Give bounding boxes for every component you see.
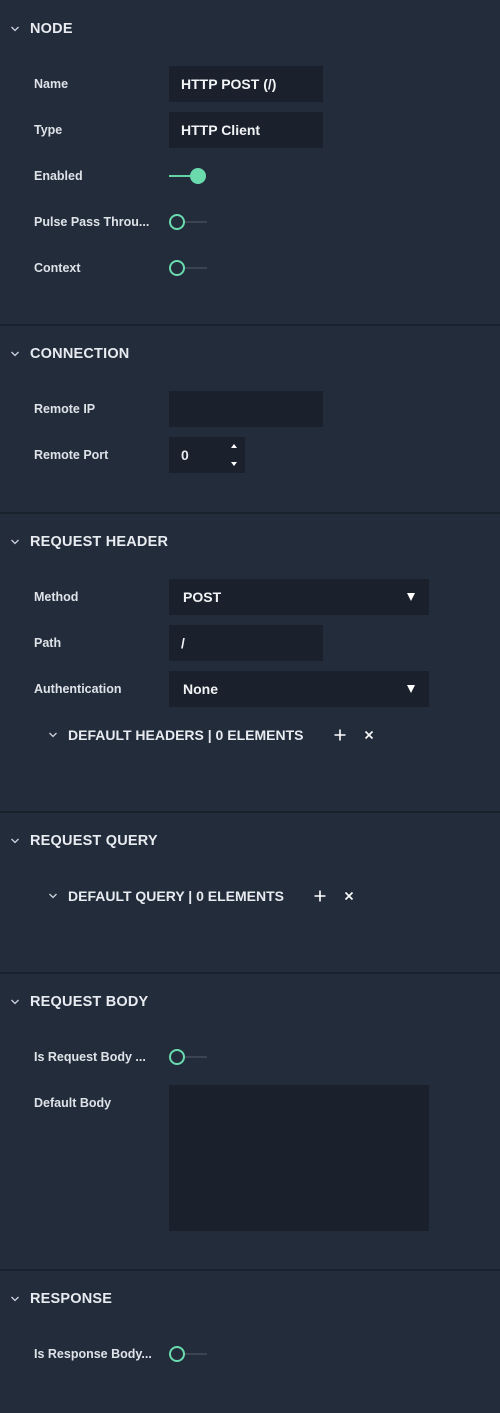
request-query-section: REQUEST QUERY DEFAULT QUERY | 0 ELEMENTS	[0, 813, 500, 974]
is-request-body-row: Is Request Body ...	[0, 1039, 500, 1075]
default-body-label: Default Body	[34, 1096, 112, 1110]
request-body-section-title: REQUEST BODY	[30, 994, 149, 1010]
toggle-track	[183, 221, 207, 223]
authentication-label: Authentication	[34, 682, 122, 696]
name-label: Name	[34, 77, 69, 91]
increment-button[interactable]	[225, 437, 245, 455]
dropdown-arrow-icon	[407, 593, 415, 601]
request-header-section-header[interactable]: REQUEST HEADER	[10, 532, 168, 552]
is-response-body-label: Is Response Body...	[34, 1347, 152, 1361]
plus-icon[interactable]	[312, 888, 328, 904]
name-row: Name HTTP POST (/)	[0, 66, 500, 102]
remote-ip-label: Remote IP	[34, 402, 96, 416]
chevron-down-icon	[10, 836, 20, 846]
is-response-body-row: Is Response Body...	[0, 1336, 500, 1372]
authentication-select[interactable]: None	[169, 671, 429, 707]
toggle-track	[183, 267, 207, 269]
authentication-selected-value: None	[183, 681, 218, 697]
response-section-header[interactable]: RESPONSE	[10, 1289, 112, 1309]
method-label: Method	[34, 590, 79, 604]
chevron-down-icon	[10, 997, 20, 1007]
toggle-knob	[169, 260, 185, 276]
method-selected-value: POST	[183, 589, 222, 605]
enabled-row: Enabled	[0, 158, 500, 194]
toggle-knob	[169, 214, 185, 230]
connection-section-header[interactable]: CONNECTION	[10, 344, 129, 364]
node-section: NODE Name HTTP POST (/) Type HTTP Client…	[0, 0, 500, 326]
toggle-track	[183, 1056, 207, 1058]
default-body-textarea[interactable]	[169, 1085, 429, 1231]
remote-port-row: Remote Port 0	[0, 437, 500, 473]
connection-section: CONNECTION Remote IP Remote Port 0	[0, 326, 500, 514]
request-body-section-header[interactable]: REQUEST BODY	[10, 992, 148, 1012]
response-section-title: RESPONSE	[30, 1291, 113, 1307]
type-label: Type	[34, 123, 63, 137]
pulse-pass-through-row: Pulse Pass Throu...	[0, 204, 500, 240]
toggle-knob	[190, 168, 206, 184]
is-request-body-toggle[interactable]	[169, 1047, 209, 1067]
request-body-section: REQUEST BODY Is Request Body ... Default…	[0, 974, 500, 1271]
path-label: Path	[34, 636, 62, 650]
pulse-pass-through-toggle[interactable]	[169, 212, 209, 232]
request-query-section-title: REQUEST QUERY	[30, 833, 158, 849]
path-row: Path /	[0, 625, 500, 661]
default-query-title: DEFAULT QUERY | 0 ELEMENTS	[68, 888, 285, 904]
close-icon[interactable]	[361, 727, 377, 743]
type-row: Type HTTP Client	[0, 112, 500, 148]
chevron-down-icon	[10, 24, 20, 34]
is-request-body-label: Is Request Body ...	[34, 1050, 146, 1064]
default-headers-header[interactable]: DEFAULT HEADERS | 0 ELEMENTS	[48, 725, 303, 745]
name-field[interactable]: HTTP POST (/)	[169, 66, 323, 102]
request-query-section-header[interactable]: REQUEST QUERY	[10, 831, 158, 851]
dropdown-arrow-icon	[407, 685, 415, 693]
close-icon[interactable]	[341, 888, 357, 904]
connection-section-title: CONNECTION	[30, 346, 130, 362]
toggle-knob	[169, 1049, 185, 1065]
type-field: HTTP Client	[169, 112, 323, 148]
path-input[interactable]: /	[169, 625, 323, 661]
chevron-down-icon	[10, 537, 20, 547]
request-header-section: REQUEST HEADER Method POST Path / Authen…	[0, 514, 500, 813]
is-response-body-toggle[interactable]	[169, 1344, 209, 1364]
plus-icon[interactable]	[332, 727, 348, 743]
remote-port-label: Remote Port	[34, 448, 109, 462]
node-section-title: NODE	[30, 21, 73, 37]
method-select[interactable]: POST	[169, 579, 429, 615]
chevron-down-icon	[10, 349, 20, 359]
remote-ip-input[interactable]	[169, 391, 323, 427]
chevron-down-icon	[10, 1294, 20, 1304]
authentication-row: Authentication None	[0, 671, 500, 707]
remote-port-stepper[interactable]: 0	[169, 437, 245, 473]
toggle-knob	[169, 1346, 185, 1362]
default-query-header[interactable]: DEFAULT QUERY | 0 ELEMENTS	[48, 886, 284, 906]
decrement-button[interactable]	[225, 455, 245, 473]
remote-ip-row: Remote IP	[0, 391, 500, 427]
stepper-buttons	[225, 437, 245, 473]
toggle-track	[183, 1353, 207, 1355]
pulse-pass-through-label: Pulse Pass Throu...	[34, 215, 150, 229]
context-row: Context	[0, 250, 500, 286]
enabled-label: Enabled	[34, 169, 83, 183]
default-headers-title: DEFAULT HEADERS | 0 ELEMENTS	[68, 727, 304, 743]
request-header-section-title: REQUEST HEADER	[30, 534, 169, 550]
chevron-down-icon	[48, 891, 58, 901]
remote-port-value[interactable]: 0	[181, 437, 189, 473]
context-label: Context	[34, 261, 81, 275]
response-section: RESPONSE Is Response Body...	[0, 1271, 500, 1413]
method-row: Method POST	[0, 579, 500, 615]
chevron-down-icon	[48, 730, 58, 740]
node-section-header[interactable]: NODE	[10, 19, 73, 39]
context-toggle[interactable]	[169, 258, 209, 278]
enabled-toggle[interactable]	[169, 166, 209, 186]
